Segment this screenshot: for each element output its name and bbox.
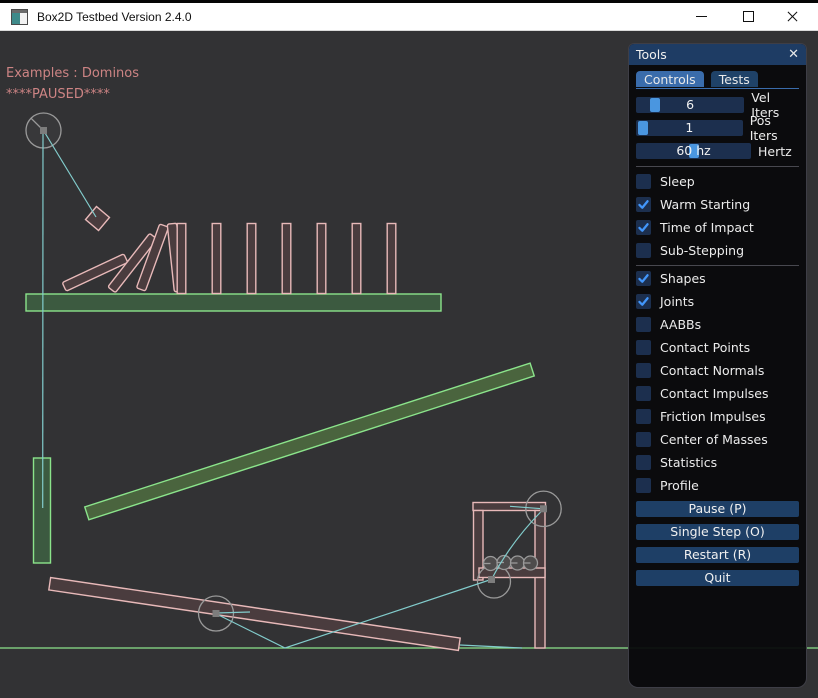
- pos-iters-value: 1: [636, 120, 743, 136]
- checkbox-row-statistics[interactable]: Statistics: [636, 454, 799, 470]
- checkbox-label: Contact Normals: [660, 363, 764, 378]
- checkbox-row-center-of-masses[interactable]: Center of Masses: [636, 431, 799, 447]
- tools-tabbar: Controls Tests: [636, 71, 799, 89]
- vel-iters-slider[interactable]: 6: [636, 97, 744, 113]
- checkbox-label: Time of Impact: [660, 220, 754, 235]
- checkbox-label: Contact Impulses: [660, 386, 769, 401]
- separator: [636, 265, 799, 266]
- check-icon: [637, 295, 650, 308]
- check-icon: [637, 272, 650, 285]
- slider-row-vel-iters: 6 Vel Iters: [636, 97, 799, 113]
- checkbox-label: Sleep: [660, 174, 695, 189]
- sleep-checkbox[interactable]: [636, 174, 651, 189]
- contact-impulses-checkbox[interactable]: [636, 386, 651, 401]
- pause-button[interactable]: Pause (P): [636, 501, 799, 517]
- checkbox-label: Joints: [660, 294, 694, 309]
- checkbox-row-time-of-impact[interactable]: Time of Impact: [636, 219, 799, 235]
- maximize-icon: [743, 11, 754, 22]
- example-name-label: Examples : Dominos: [6, 66, 139, 81]
- restart-button[interactable]: Restart (R): [636, 547, 799, 563]
- paused-label: ****PAUSED****: [6, 87, 110, 102]
- window-title: Box2D Testbed Version 2.4.0: [37, 10, 192, 24]
- hertz-slider[interactable]: 60 hz: [636, 143, 751, 159]
- contact-points-checkbox[interactable]: [636, 340, 651, 355]
- shapes-checkbox[interactable]: [636, 271, 651, 286]
- joints-checkbox[interactable]: [636, 294, 651, 309]
- checkbox-label: Warm Starting: [660, 197, 750, 212]
- checkbox-label: Center of Masses: [660, 432, 768, 447]
- tools-panel-titlebar[interactable]: Tools ✕: [629, 44, 806, 65]
- maximize-button[interactable]: [731, 3, 765, 30]
- hertz-label: Hertz: [758, 144, 792, 159]
- checkbox-row-contact-impulses[interactable]: Contact Impulses: [636, 385, 799, 401]
- checkbox-row-friction-impulses[interactable]: Friction Impulses: [636, 408, 799, 424]
- sub-stepping-checkbox[interactable]: [636, 243, 651, 258]
- contact-normals-checkbox[interactable]: [636, 363, 651, 378]
- pos-iters-slider[interactable]: 1: [636, 120, 743, 136]
- checkbox-row-joints[interactable]: Joints: [636, 293, 799, 309]
- checkbox-label: Sub-Stepping: [660, 243, 744, 258]
- checkbox-row-profile[interactable]: Profile: [636, 477, 799, 493]
- friction-impulses-checkbox[interactable]: [636, 409, 651, 424]
- check-icon: [637, 198, 650, 211]
- checkbox-label: Contact Points: [660, 340, 750, 355]
- tab-tests[interactable]: Tests: [711, 71, 758, 87]
- checkbox-row-warm-starting[interactable]: Warm Starting: [636, 196, 799, 212]
- minimize-button[interactable]: [684, 3, 718, 30]
- checkbox-row-sub-stepping[interactable]: Sub-Stepping: [636, 242, 799, 258]
- warm-starting-checkbox[interactable]: [636, 197, 651, 212]
- checkbox-label: Shapes: [660, 271, 706, 286]
- statistics-checkbox[interactable]: [636, 455, 651, 470]
- tools-panel: Tools ✕ Controls Tests 6 Vel Iters: [628, 43, 807, 688]
- minimize-icon: [696, 16, 707, 17]
- checkbox-row-aabbs[interactable]: AABBs: [636, 316, 799, 332]
- checkbox-label: Profile: [660, 478, 699, 493]
- time-of-impact-checkbox[interactable]: [636, 220, 651, 235]
- close-icon: [787, 11, 798, 22]
- tools-close-button[interactable]: ✕: [788, 48, 799, 61]
- tab-controls[interactable]: Controls: [636, 71, 704, 87]
- profile-checkbox[interactable]: [636, 478, 651, 493]
- checkbox-row-shapes[interactable]: Shapes: [636, 270, 799, 286]
- quit-button[interactable]: Quit: [636, 570, 799, 586]
- os-titlebar: Box2D Testbed Version 2.4.0: [0, 3, 818, 31]
- center-of-masses-checkbox[interactable]: [636, 432, 651, 447]
- close-window-button[interactable]: [775, 3, 809, 30]
- tools-panel-title: Tools: [636, 47, 788, 62]
- checkbox-row-contact-normals[interactable]: Contact Normals: [636, 362, 799, 378]
- vel-iters-value: 6: [636, 97, 744, 113]
- slider-row-pos-iters: 1 Pos Iters: [636, 120, 799, 136]
- checkbox-label: Friction Impulses: [660, 409, 766, 424]
- single-step-button[interactable]: Single Step (O): [636, 524, 799, 540]
- app-icon: [11, 9, 28, 25]
- hertz-value: 60 hz: [636, 143, 751, 159]
- checkbox-label: AABBs: [660, 317, 701, 332]
- slider-row-hertz: 60 hz Hertz: [636, 143, 799, 159]
- app-window: Box2D Testbed Version 2.4.0 Examples : D…: [0, 0, 818, 698]
- check-icon: [637, 221, 650, 234]
- checkbox-row-sleep[interactable]: Sleep: [636, 173, 799, 189]
- checkbox-row-contact-points[interactable]: Contact Points: [636, 339, 799, 355]
- aabbs-checkbox[interactable]: [636, 317, 651, 332]
- pos-iters-label: Pos Iters: [750, 113, 799, 143]
- checkbox-label: Statistics: [660, 455, 717, 470]
- separator: [636, 166, 799, 167]
